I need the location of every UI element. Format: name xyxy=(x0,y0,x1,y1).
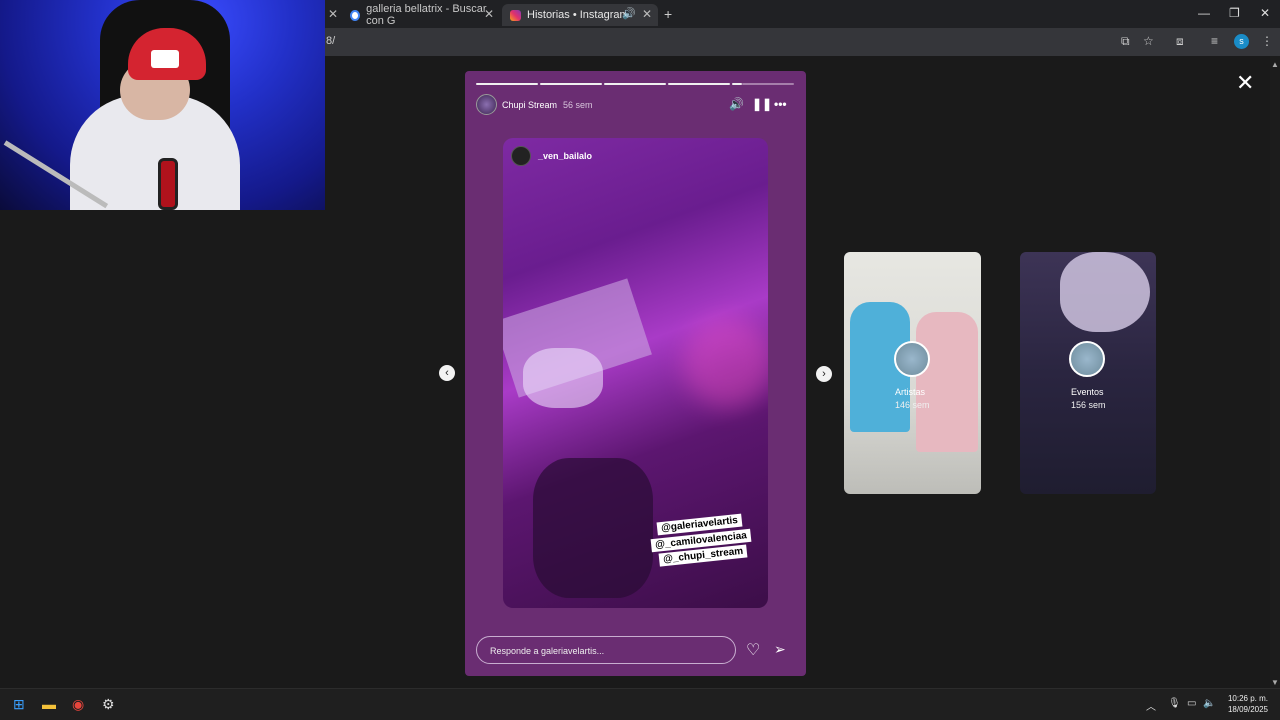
tab-close-partial[interactable]: ✕ xyxy=(326,4,342,26)
volume-icon[interactable]: 🔈 xyxy=(1203,698,1215,709)
reply-input[interactable]: Responde a galeriavelartis... xyxy=(476,636,736,664)
windows-taskbar xyxy=(0,688,1280,720)
chrome-icon[interactable]: ◉ xyxy=(72,696,84,713)
media-highlight xyxy=(523,348,603,408)
media-light xyxy=(683,318,768,408)
tray-chevron-icon[interactable]: ︿ xyxy=(1146,698,1156,713)
story-avatar[interactable] xyxy=(476,94,497,115)
bookmark-star-icon[interactable]: ☆ xyxy=(1143,34,1154,48)
preview-time: 146 sem xyxy=(895,400,930,410)
minimize-icon[interactable]: — xyxy=(1198,6,1210,20)
tab-label: galleria bellatrix - Buscar con G xyxy=(366,3,487,27)
pause-icon[interactable]: ❚❚ xyxy=(752,97,772,111)
preview-name: Artistas xyxy=(895,387,926,397)
progress-segment xyxy=(668,83,730,85)
google-icon xyxy=(350,9,361,21)
profile-avatar[interactable]: s xyxy=(1234,34,1249,49)
more-icon[interactable]: ••• xyxy=(774,97,787,111)
url-text[interactable]: 8/ xyxy=(326,35,335,47)
webcam-overlay xyxy=(0,0,325,210)
close-icon[interactable]: ✕ xyxy=(642,7,652,21)
menu-icon[interactable]: ⋮ xyxy=(1261,34,1273,48)
progress-segment-current xyxy=(732,83,742,85)
speaker-icon[interactable]: 🔊 xyxy=(729,97,744,111)
progress-segment xyxy=(540,83,602,85)
instagram-icon xyxy=(510,9,521,21)
person-pink-shirt xyxy=(916,312,978,452)
preview-time: 156 sem xyxy=(1071,400,1106,410)
progress-segment-remaining xyxy=(742,83,794,85)
media-control-icon[interactable]: ≡ xyxy=(1211,34,1218,48)
file-explorer-icon[interactable]: ▬ xyxy=(42,696,56,712)
heart-icon[interactable]: ♡ xyxy=(746,640,760,660)
progress-segment xyxy=(604,83,666,85)
media-avatar[interactable] xyxy=(511,146,531,166)
prev-story-button[interactable]: ‹ xyxy=(439,365,455,381)
windows-start-icon[interactable]: ⊞ xyxy=(13,696,25,713)
app-icon[interactable]: ⚙ xyxy=(102,696,115,713)
window-close-icon[interactable]: ✕ xyxy=(1260,6,1270,20)
extensions-icon[interactable]: ⧈ xyxy=(1176,34,1184,49)
media-username[interactable]: _ven_bailalo xyxy=(538,151,592,161)
tab-label: Historias • Instagram xyxy=(527,9,629,21)
microphone xyxy=(158,158,178,210)
preview-name: Eventos xyxy=(1071,387,1104,397)
progress-segment xyxy=(476,83,538,85)
story-time: 56 sem xyxy=(563,100,593,110)
scroll-down-icon[interactable]: ▼ xyxy=(1271,678,1279,687)
tab-search[interactable]: galleria bellatrix - Buscar con G ✕ xyxy=(342,3,500,27)
media-shadow xyxy=(533,458,653,598)
cap-logo xyxy=(151,50,179,68)
graffiti-art xyxy=(1060,252,1150,332)
microphone-icon[interactable]: 🎙 xyxy=(1168,698,1181,709)
network-icon[interactable]: ▭ xyxy=(1187,698,1196,709)
close-icon[interactable]: ✕ xyxy=(484,7,494,21)
preview-avatar xyxy=(894,341,930,377)
clock-time: 10:26 p. m. xyxy=(1227,694,1268,703)
close-icon[interactable]: ✕ xyxy=(328,7,338,21)
taskbar-clock[interactable]: 10:26 p. m. 18/09/2025 xyxy=(1218,693,1268,715)
scrollbar[interactable] xyxy=(1270,56,1280,688)
preview-avatar xyxy=(1069,341,1105,377)
install-icon[interactable]: ⧉ xyxy=(1121,34,1130,49)
new-tab-icon[interactable]: + xyxy=(664,6,672,22)
send-icon[interactable]: ➢ xyxy=(774,641,786,658)
restore-icon[interactable]: ❐ xyxy=(1229,6,1240,20)
scroll-up-icon[interactable]: ▲ xyxy=(1271,60,1279,69)
speaker-icon[interactable]: 🔊 xyxy=(622,7,636,20)
clock-date: 18/09/2025 xyxy=(1227,705,1268,714)
close-icon[interactable]: ✕ xyxy=(1236,70,1254,96)
next-story-button[interactable]: › xyxy=(816,366,832,382)
tab-instagram[interactable]: Historias • Instagram 🔊 ✕ xyxy=(502,4,658,26)
story-username[interactable]: Chupi Stream xyxy=(502,100,557,110)
